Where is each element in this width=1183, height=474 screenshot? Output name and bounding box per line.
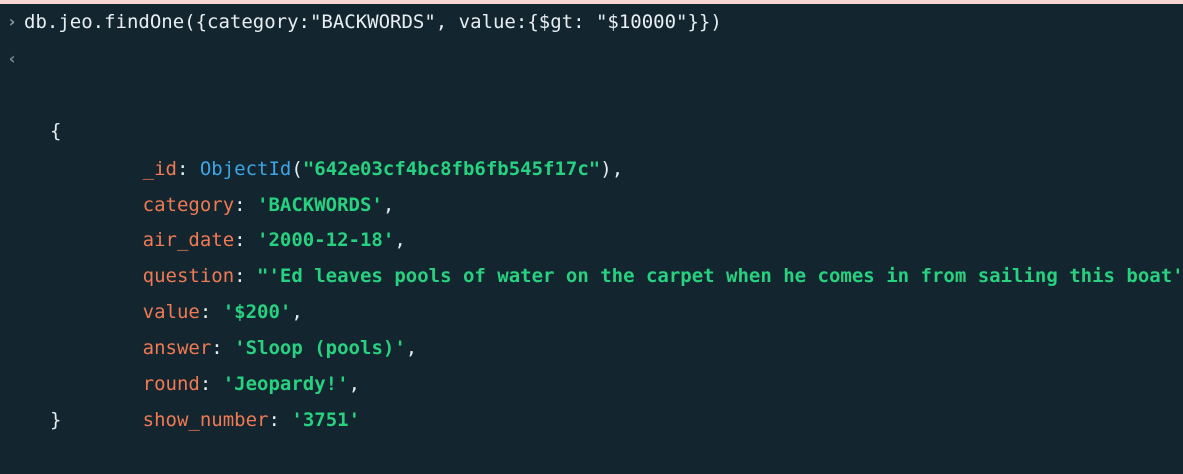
chevron-left-icon: ‹ <box>8 49 16 68</box>
output-close-line: } <box>0 366 61 431</box>
mongo-shell: › db.jeo.findOne({category:"BACKWORDS", … <box>0 0 1183 431</box>
field-value: "'Ed leaves pools of water on the carpet… <box>257 265 1183 287</box>
field-row-question: question: "'Ed leaves pools of water on … <box>0 186 1183 287</box>
field-key: show_number <box>142 409 269 431</box>
command-text[interactable]: db.jeo.findOne({category:"BACKWORDS", va… <box>24 4 722 40</box>
field-row-show-number: show_number: '3751' <box>142 409 361 431</box>
field-row-air-date: air_date: '2000-12-18', <box>142 229 406 251</box>
field-row-category: category: 'BACKWORDS', <box>142 194 395 216</box>
chevron-right-icon: › <box>8 12 16 31</box>
close-brace: } <box>50 409 62 431</box>
field-row-round: round: 'Jeopardy!', <box>142 373 361 395</box>
field-row-answer: answer: 'Sloop (pools)', <box>142 337 418 359</box>
field-row-id: _id: ObjectId("642e03cf4bc8fb6fb545f17c"… <box>142 158 624 180</box>
field-value: '3751' <box>291 409 361 431</box>
field-row-value: value: '$200', <box>142 301 303 323</box>
open-brace: { <box>50 120 62 142</box>
command-line[interactable]: › db.jeo.findOne({category:"BACKWORDS", … <box>0 4 722 40</box>
output-open-line: ‹ { <box>0 41 62 142</box>
